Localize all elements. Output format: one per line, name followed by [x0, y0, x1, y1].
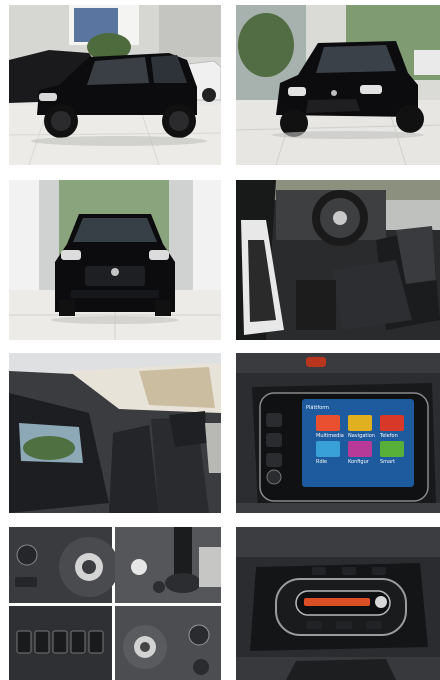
photo-interior-roof[interactable] — [9, 353, 221, 513]
climate-control-image — [236, 527, 440, 680]
app-label-1: Multimedia — [316, 433, 344, 439]
photo-interior-seat[interactable] — [236, 180, 440, 340]
exterior-front-angle-image — [236, 5, 440, 165]
interior-seat-image — [236, 180, 440, 340]
app-label-5: Konfigur — [348, 459, 370, 465]
photo-exterior-front-angle[interactable] — [236, 5, 440, 165]
screen-header: Plättform — [306, 405, 329, 411]
photo-exterior-side[interactable] — [9, 5, 221, 165]
photo-exterior-front[interactable] — [9, 180, 221, 340]
app-label-6: Smart — [380, 459, 395, 465]
app-label-4: Rdie — [316, 459, 327, 465]
infotainment-image: Plättform Multimedia Navigation Telefon … — [236, 353, 440, 513]
app-label-2: Navigation — [348, 433, 375, 439]
exterior-side-image — [9, 5, 221, 165]
app-label-3: Telefon — [379, 433, 398, 439]
photo-gallery: Plättform Multimedia Navigation Telefon … — [0, 0, 440, 680]
temperature-display — [304, 598, 370, 606]
photo-infotainment[interactable]: Plättform Multimedia Navigation Telefon … — [236, 353, 440, 513]
controls-collage-image — [9, 527, 221, 680]
photo-controls-collage[interactable] — [9, 527, 221, 680]
exterior-front-image — [9, 180, 221, 340]
interior-roof-image — [9, 353, 221, 513]
photo-climate-control[interactable] — [236, 527, 440, 680]
